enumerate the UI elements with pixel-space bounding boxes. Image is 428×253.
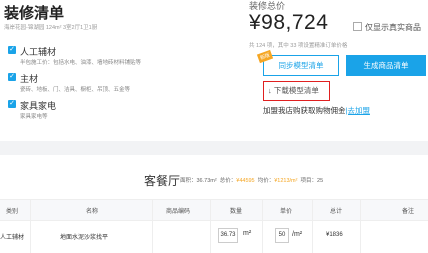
checkmark-icon: ✓ — [8, 46, 16, 54]
room-total-label: 总价： — [219, 178, 237, 184]
room-area: 面积：36.73m² — [180, 178, 217, 184]
page-title: 装修清单 — [4, 5, 65, 22]
total-price: ¥98,724 — [249, 11, 329, 34]
qty-unit: m² — [243, 230, 252, 237]
header-note: 备注 — [401, 209, 415, 215]
header-name: 名称 — [85, 209, 99, 215]
category-desc: 瓷砖、地板、门、洁具、橱柜、吊顶、五金等 — [20, 87, 131, 93]
coupon-label: 加盟我店购获取购物佣金 — [263, 106, 346, 115]
category-name: 家具家电 — [20, 101, 57, 111]
checkmark-icon: ✓ — [8, 73, 16, 81]
table-header: 类别 名称 商品编码 数量 单价 总计 备注 — [0, 199, 428, 221]
header-qty: 数量 — [229, 209, 243, 215]
header-unit-price: 单价 — [279, 209, 293, 215]
quantity-input[interactable]: 36.73 — [218, 228, 238, 243]
category-desc: 半包施工价：包括水电、油漆、墙地砖材料铺贴等 — [20, 60, 142, 66]
real-price-label: 仅显示真实商品 — [365, 23, 421, 32]
row-category: 人工辅材 — [0, 235, 25, 241]
row-total: ¥1836 — [326, 232, 343, 238]
category-desc: 家具家电等 — [20, 114, 48, 120]
price-unit: /m² — [292, 231, 303, 238]
room-avg-label: 均价： — [257, 178, 275, 184]
header-total: 总计 — [329, 209, 343, 215]
join-link[interactable]: |去加盟 — [346, 106, 370, 115]
generate-list-button[interactable]: 生成商品清单 — [346, 55, 426, 76]
row-name: 地面水泥沙浆找平 — [60, 235, 109, 241]
room-items: 项目：25 — [300, 178, 324, 184]
coupon-text: 加盟我店购获取购物佣金|去加盟 — [263, 105, 370, 116]
room-avg: ¥1213/m² — [274, 178, 298, 184]
item-summary: 共 124 项，其中 33 项设置精准订单价格 — [249, 43, 348, 49]
room-info: 面积：36.73m² 总价：¥44595 均价：¥1213/m² 项目：25 — [180, 176, 323, 184]
unit-price-input[interactable]: 50 — [275, 228, 289, 243]
checkmark-icon: ✓ — [8, 100, 16, 108]
checkbox-icon[interactable] — [353, 22, 362, 31]
category-name: 人工辅材 — [20, 47, 57, 57]
room-name: 客餐厅 — [144, 174, 181, 188]
sync-model-button[interactable]: 同步模型清单 — [263, 55, 339, 76]
project-subtitle: 海岸花园-锦湖园 124m² 3室2厅1卫1厨 — [4, 25, 98, 31]
category-name: 主材 — [20, 74, 39, 84]
download-model-button[interactable]: ↓ 下载模型清单 — [268, 85, 319, 96]
room-total: ¥44595 — [236, 178, 255, 184]
header-category: 类别 — [5, 209, 19, 215]
real-price-toggle[interactable]: 仅显示真实商品 — [353, 22, 421, 33]
header-code: 商品编码 — [165, 209, 191, 215]
